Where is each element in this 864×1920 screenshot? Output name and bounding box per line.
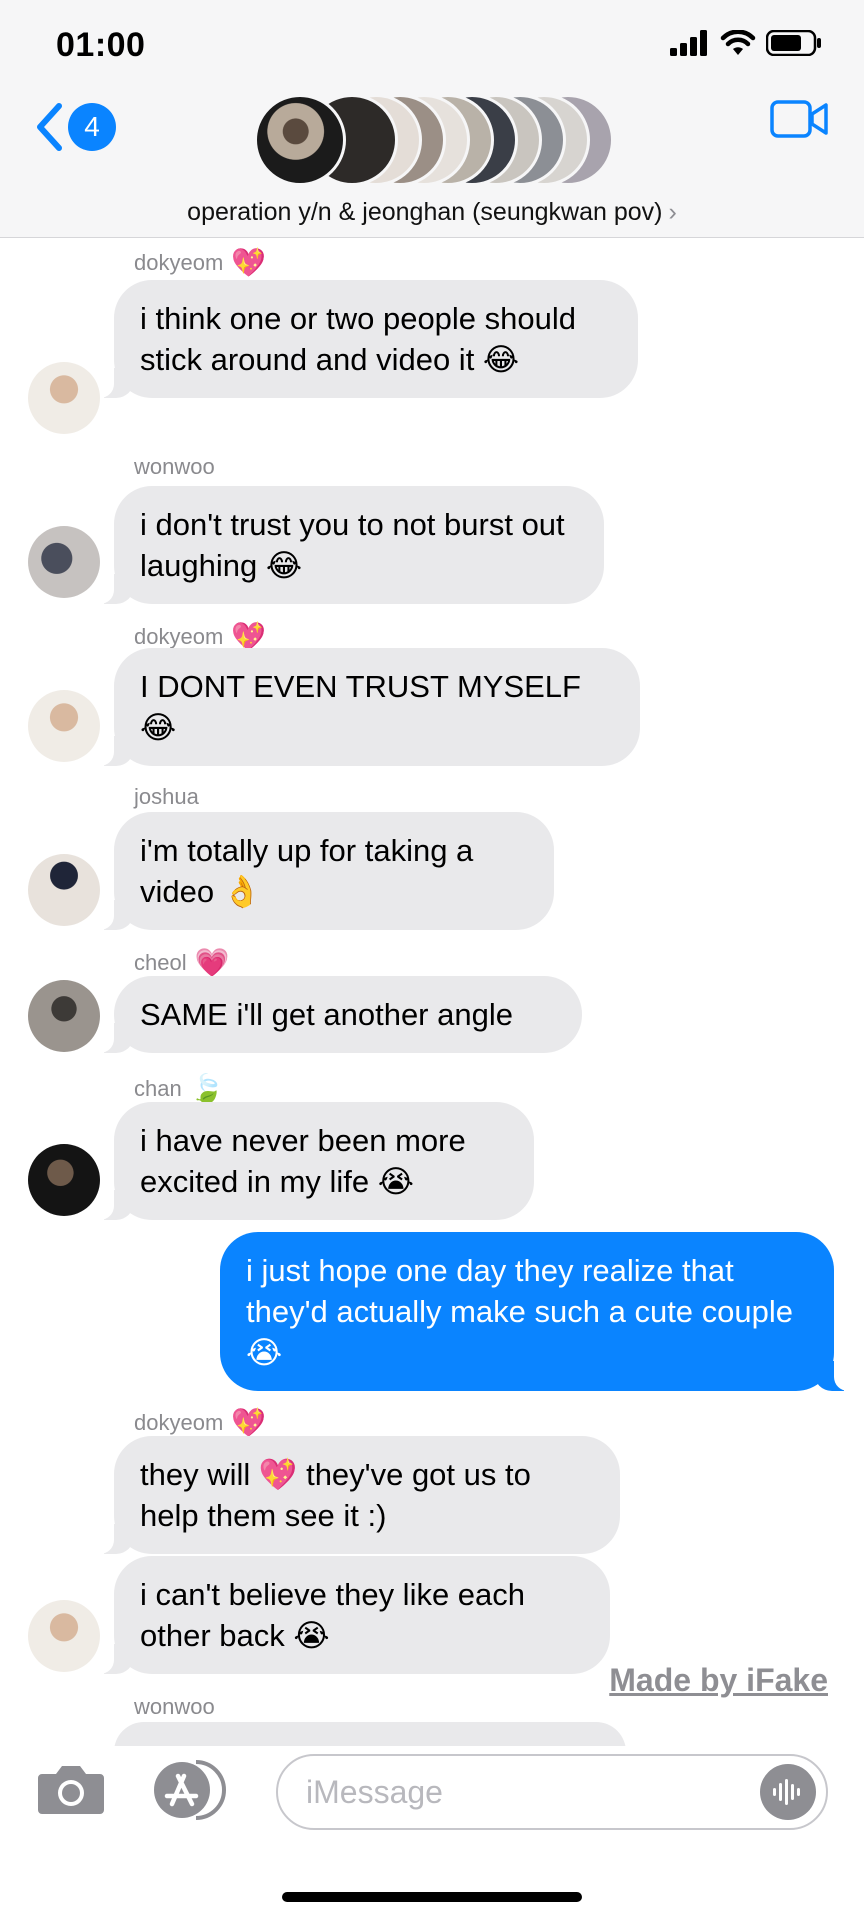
group-title-text: operation y/n & jeonghan (seungkwan pov) (187, 198, 663, 226)
avatar[interactable] (28, 1600, 100, 1672)
message-text: i just hope one day they realize that th… (246, 1253, 794, 1370)
avatar[interactable] (28, 362, 100, 434)
message-bubble[interactable]: i have never been more excited in my lif… (92, 1102, 534, 1220)
sender-label: cheol (134, 949, 187, 975)
avatar[interactable] (28, 1144, 100, 1216)
sender-emoji: 💖 (231, 247, 267, 278)
sender-label: dokyeom (134, 623, 224, 649)
watermark: Made by iFake (609, 1662, 828, 1698)
app-store-icon (154, 1760, 226, 1820)
outgoing-message-bubble[interactable]: i just hope one day they realize that th… (220, 1232, 856, 1391)
sender-name: dokyeom 💖 (134, 1406, 266, 1439)
app-store-button[interactable] (150, 1760, 234, 1825)
camera-icon (38, 1766, 104, 1814)
back-button[interactable]: 4 (34, 102, 116, 152)
conversation-header: 01:00 4 operation y/n & jeonghan (seungk… (0, 0, 864, 238)
video-camera-icon (770, 100, 828, 138)
sender-label: joshua (134, 784, 199, 809)
sender-label: dokyeom (134, 249, 224, 275)
group-title[interactable]: operation y/n & jeonghan (seungkwan pov)… (0, 198, 864, 227)
message-bubble[interactable]: i can't believe they like each other bac… (92, 1556, 610, 1674)
sender-label: wonwoo (134, 1694, 215, 1719)
sender-name: dokyeom 💖 (134, 246, 266, 279)
audio-record-button[interactable] (760, 1764, 816, 1820)
message-bubble[interactable]: i'm totally up for taking a video 👌 (92, 812, 554, 930)
message-input[interactable]: iMessage (276, 1754, 828, 1830)
message-text: I DONT EVEN TRUST MYSELF 😂 (140, 669, 581, 745)
unread-count-badge: 4 (68, 103, 116, 151)
group-avatar (254, 94, 346, 186)
message-text: i have never been more excited in my lif… (140, 1123, 466, 1199)
audio-wave-icon (773, 1779, 800, 1805)
video-call-button[interactable] (770, 100, 828, 143)
chevron-right-icon: › (668, 198, 677, 226)
group-avatars[interactable] (254, 94, 614, 186)
message-bubble[interactable]: i don't trust you to not burst out laugh… (92, 486, 604, 604)
avatar[interactable] (28, 980, 100, 1052)
sender-emoji: 💖 (231, 1407, 267, 1438)
message-bubble[interactable]: i think one or two people should stick a… (92, 280, 638, 398)
sender-label: dokyeom (134, 1409, 224, 1435)
avatar[interactable] (28, 526, 100, 598)
wifi-icon (720, 30, 756, 55)
message-bubble[interactable]: they will 💖 they've got us to help them … (92, 1436, 620, 1554)
message-bubble[interactable]: I DONT EVEN TRUST MYSELF 😂 (92, 648, 640, 766)
sender-name: wonwoo (134, 454, 215, 480)
sender-name: joshua (134, 784, 199, 810)
signal-icon (670, 30, 707, 56)
battery-icon (766, 30, 821, 56)
avatar[interactable] (28, 854, 100, 926)
avatar[interactable] (28, 690, 100, 762)
back-chevron-icon (37, 103, 62, 151)
input-bar: iMessage (0, 1746, 864, 1920)
message-input-placeholder: iMessage (306, 1774, 443, 1810)
sender-label: wonwoo (134, 454, 215, 479)
sender-emoji: 🍃 (189, 1073, 225, 1104)
message-text: i think one or two people should stick a… (140, 301, 577, 377)
status-time: 01:00 (56, 26, 146, 64)
sender-emoji: 💗 (194, 947, 230, 978)
message-text: SAME i'll get another angle (140, 997, 513, 1032)
message-text: they will 💖 they've got us to help them … (140, 1457, 531, 1533)
camera-button[interactable] (36, 1760, 106, 1821)
message-text: i'm totally up for taking a video 👌 (140, 833, 474, 909)
message-text: i don't trust you to not burst out laugh… (140, 507, 565, 583)
message-text: i can't believe they like each other bac… (140, 1577, 526, 1653)
status-icons (670, 30, 822, 56)
sender-name: cheol 💗 (134, 946, 229, 979)
sender-name: wonwoo (134, 1694, 215, 1720)
home-indicator[interactable] (282, 1892, 582, 1902)
message-bubble[interactable]: SAME i'll get another angle (92, 976, 582, 1053)
sender-label: chan (134, 1075, 182, 1101)
sender-name: chan 🍃 (134, 1072, 225, 1105)
